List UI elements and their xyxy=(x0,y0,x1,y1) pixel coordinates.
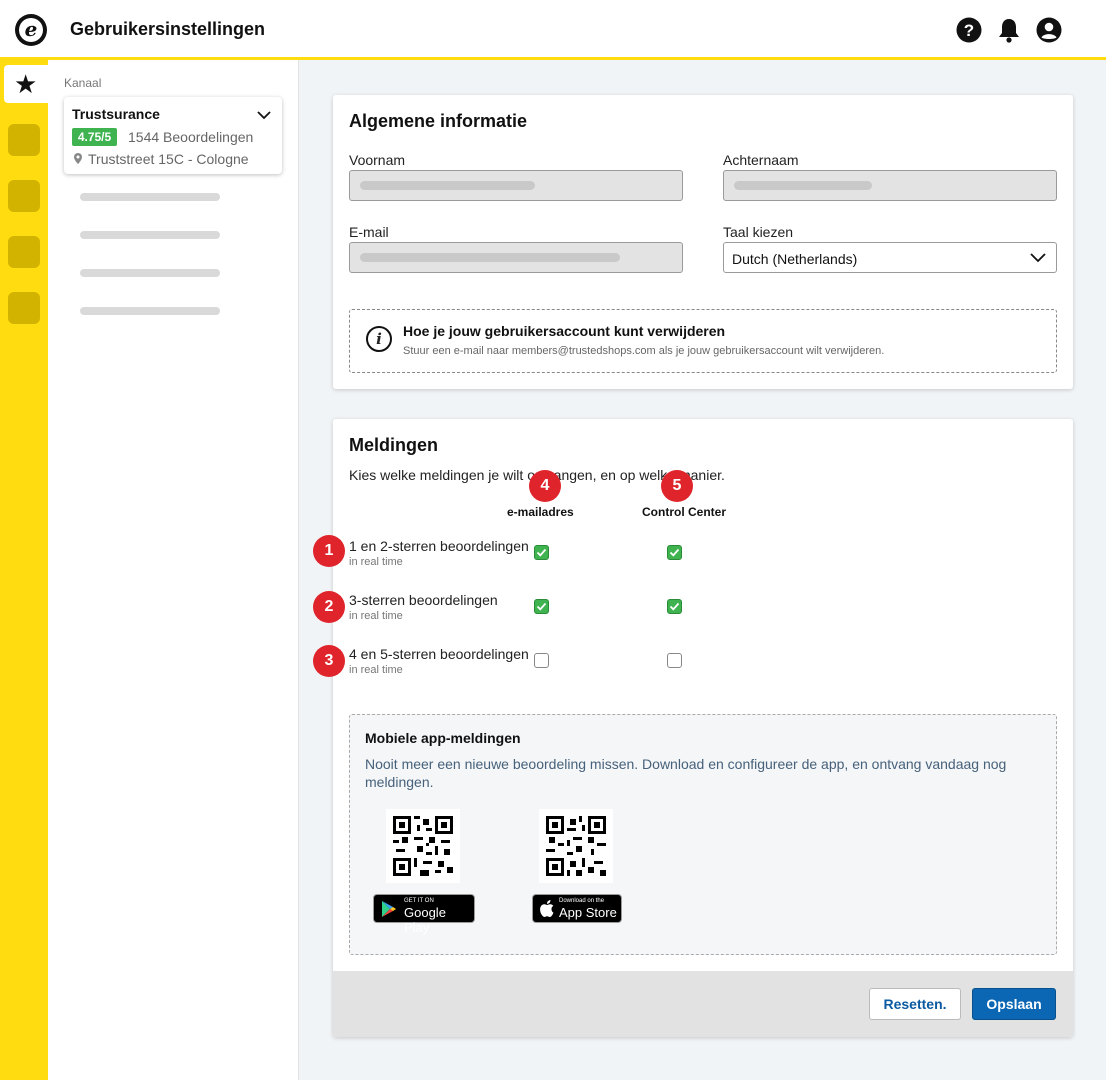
qr-code-google-play xyxy=(386,809,460,883)
callout-badge: 2 xyxy=(313,591,345,623)
checkbox-control-center-3-stars[interactable] xyxy=(667,599,682,614)
checkbox-control-center-1-2-stars[interactable] xyxy=(667,545,682,560)
callout-badge: 4 xyxy=(529,470,561,502)
notification-row-sublabel: in real time xyxy=(349,664,403,676)
notification-row-sublabel: in real time xyxy=(349,610,403,622)
info-icon: i xyxy=(366,326,392,352)
star-icon: ★ xyxy=(14,69,38,99)
callout-badge: 5 xyxy=(661,470,693,502)
channel-label: Kanaal xyxy=(64,76,102,90)
checkmark-icon xyxy=(536,548,547,557)
rating-badge: 4.75/5 xyxy=(72,128,117,146)
reset-button[interactable]: Resetten. xyxy=(869,988,961,1020)
firstname-label: Voornam xyxy=(349,152,406,168)
brand-logo[interactable]: e xyxy=(15,14,47,46)
nav-item-placeholder[interactable] xyxy=(8,180,40,212)
google-play-big-text: Google Play xyxy=(404,905,446,935)
mobile-title: Mobiele app-meldingen xyxy=(365,730,521,746)
skeleton-menu-item xyxy=(80,231,220,239)
language-label: Taal kiezen xyxy=(723,224,794,240)
checkmark-icon xyxy=(669,548,680,557)
checkbox-email-4-5-stars[interactable] xyxy=(534,653,549,668)
google-play-button[interactable]: GET IT ON Google Play xyxy=(373,894,475,935)
logo-letter: e xyxy=(19,18,43,42)
checkmark-icon xyxy=(536,602,547,611)
skeleton-menu-item xyxy=(80,193,220,201)
google-play-icon xyxy=(382,901,396,917)
redacted-value xyxy=(360,181,535,190)
channel-name: Trustsurance xyxy=(72,106,160,122)
qr-code-icon xyxy=(393,816,453,876)
notification-row-sublabel: in real time xyxy=(349,556,403,568)
email-label: E-mail xyxy=(349,224,389,240)
page-title: Gebruikersinstellingen xyxy=(70,19,266,39)
nav-item-placeholder[interactable] xyxy=(8,124,40,156)
help-icon[interactable]: ? xyxy=(956,17,982,43)
checkbox-email-1-2-stars[interactable] xyxy=(534,545,549,560)
mobile-text: Nooit meer een nieuwe beoordeling missen… xyxy=(365,756,1007,790)
lastname-label: Achternaam xyxy=(723,152,799,168)
channel-address: Truststreet 15C - Cologne xyxy=(88,151,249,167)
info-title: Hoe je jouw gebruikersaccount kunt verwi… xyxy=(403,323,726,339)
skeleton-menu-item xyxy=(80,269,220,277)
column-header-email: e-mailadres xyxy=(507,505,574,519)
top-header: e Gebruikersinstellingen ? xyxy=(0,0,1106,60)
info-text: Stuur een e-mail naar members@trustedsho… xyxy=(403,345,885,357)
firstname-input[interactable] xyxy=(349,170,683,201)
apple-icon xyxy=(540,900,554,917)
app-store-small-text: Download on the xyxy=(559,898,605,904)
checkbox-email-3-stars[interactable] xyxy=(534,599,549,614)
nav-item-placeholder[interactable] xyxy=(8,236,40,268)
language-select[interactable]: Dutch (Netherlands) xyxy=(723,242,1057,273)
lastname-input[interactable] xyxy=(723,170,1057,201)
notification-row-label: 3-sterren beoordelingen xyxy=(349,592,498,608)
nav-item-reviews[interactable]: ★ xyxy=(4,65,48,103)
mobile-app-notifications: Mobiele app-meldingen Nooit meer een nie… xyxy=(349,714,1057,955)
user-account-icon[interactable] xyxy=(1036,17,1062,43)
language-selected-value: Dutch (Netherlands) xyxy=(732,251,858,267)
app-store-big-text: App Store xyxy=(559,905,617,920)
nav-item-placeholder[interactable] xyxy=(8,292,40,324)
left-nav-rail xyxy=(0,60,48,1080)
notification-row-label: 4 en 5-sterren beoordelingen xyxy=(349,646,529,662)
callout-badge: 1 xyxy=(313,535,345,567)
notification-row-label: 1 en 2-sterren beoordelingen xyxy=(349,538,529,554)
notifications-title: Meldingen xyxy=(349,435,438,455)
skeleton-menu-item xyxy=(80,307,220,315)
bell-icon[interactable] xyxy=(996,17,1022,43)
redacted-value xyxy=(360,253,620,262)
location-pin-icon xyxy=(74,153,82,164)
review-count: 1544 Beoordelingen xyxy=(128,129,254,145)
save-button[interactable]: Opslaan xyxy=(972,988,1056,1020)
delete-account-info: i Hoe je jouw gebruikersaccount kunt ver… xyxy=(349,309,1057,373)
form-footer xyxy=(333,971,1073,1037)
checkbox-control-center-4-5-stars[interactable] xyxy=(667,653,682,668)
email-input[interactable] xyxy=(349,242,683,273)
redacted-value xyxy=(734,181,872,190)
callout-badge: 3 xyxy=(313,645,345,677)
svg-text:?: ? xyxy=(964,21,974,40)
general-info-title: Algemene informatie xyxy=(349,111,528,131)
column-header-control-center: Control Center xyxy=(642,505,726,519)
qr-code-icon xyxy=(546,816,606,876)
google-play-small-text: GET IT ON xyxy=(404,898,434,904)
chevron-down-icon xyxy=(1030,253,1046,263)
chevron-down-icon xyxy=(257,111,271,120)
app-store-button[interactable]: Download on the App Store xyxy=(532,894,622,923)
checkmark-icon xyxy=(669,602,680,611)
channel-selector[interactable]: Trustsurance 4.75/5 1544 Beoordelingen T… xyxy=(64,97,282,174)
secondary-sidebar xyxy=(48,60,299,1080)
qr-code-app-store xyxy=(539,809,613,883)
